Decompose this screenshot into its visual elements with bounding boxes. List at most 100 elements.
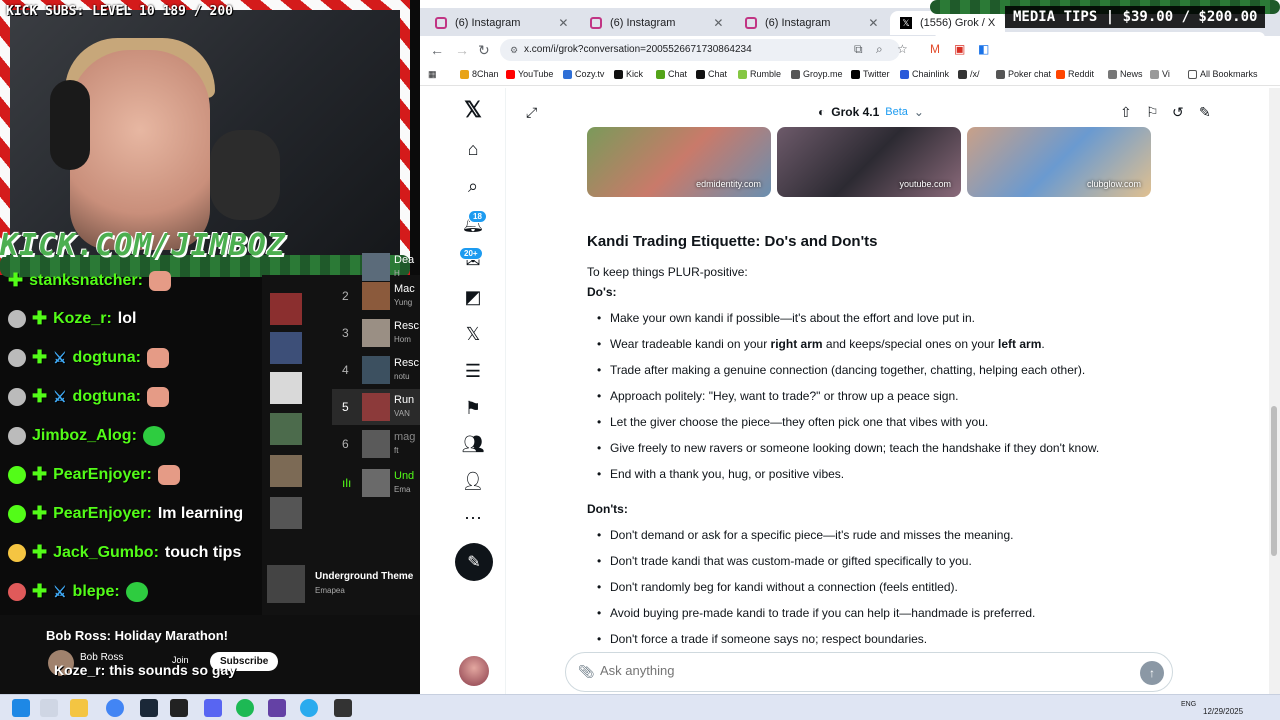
reload-icon[interactable]: ↻	[478, 42, 490, 59]
sword-badge-icon: ⚔	[53, 388, 67, 406]
bookmark-favicon-icon	[696, 69, 705, 79]
install-app-icon[interactable]: ⧉	[854, 42, 863, 57]
history-icon[interactable]: ↺	[1172, 104, 1184, 121]
page-scrollbar[interactable]	[1269, 88, 1280, 703]
bookmark-chat[interactable]: Chat	[656, 69, 687, 79]
ask-input[interactable]	[600, 663, 1120, 678]
track-row[interactable]: 4 Resc notu	[262, 352, 420, 388]
telegram-icon[interactable]	[300, 699, 318, 717]
send-button[interactable]: ↑	[1140, 661, 1164, 685]
bookmark-vi[interactable]: Vi	[1150, 69, 1170, 79]
bookmark-groyp[interactable]: Groyp.me	[791, 69, 843, 79]
app-icon[interactable]	[268, 699, 286, 717]
chat-username: Jack_Gumbo:	[53, 543, 159, 561]
grok-icon[interactable]: ◩	[460, 284, 486, 310]
emote-icon	[125, 581, 148, 602]
bookmark-8chan[interactable]: 8Chan	[460, 69, 499, 79]
rumble-icon	[738, 69, 747, 79]
bookmark-chat[interactable]: Chat	[696, 69, 727, 79]
image-result-card[interactable]: clubglow.com	[967, 127, 1151, 197]
account-avatar[interactable]	[459, 656, 489, 686]
webcam-headset	[50, 80, 90, 170]
task-view-icon[interactable]	[40, 699, 58, 717]
app-icon[interactable]	[334, 699, 352, 717]
chrome-icon[interactable]	[106, 699, 124, 717]
search-icon[interactable]: ⌕	[460, 173, 486, 199]
attach-icon[interactable]: 📎︎	[578, 664, 595, 680]
chat-message: ✚ ⚔ dogtuna:	[8, 386, 169, 407]
now-playing[interactable]: Underground Theme Emapea	[262, 565, 420, 605]
tab-instagram[interactable]: (6) Instagram ✕	[580, 11, 733, 35]
playlist-thumbnail[interactable]	[270, 497, 302, 529]
bookmark-x-board[interactable]: /x/	[958, 69, 980, 79]
profile-icon[interactable]: 👤︎	[460, 468, 486, 494]
extension-icon[interactable]: ▣	[954, 42, 965, 56]
obs-icon[interactable]	[170, 699, 188, 717]
scrollbar-thumb[interactable]	[1271, 406, 1277, 556]
new-chat-icon[interactable]: ✎	[1199, 104, 1211, 121]
image-result-card[interactable]: edmidentity.com	[587, 127, 771, 197]
spotify-icon[interactable]	[236, 699, 254, 717]
file-explorer-icon[interactable]	[70, 699, 88, 717]
x-logo-icon[interactable]: 𝕏	[460, 97, 486, 123]
tab-instagram[interactable]: (6) Instagram ✕	[425, 11, 578, 35]
image-source-label: clubglow.com	[1086, 179, 1141, 189]
bookmark-twitter[interactable]: Twitter	[851, 69, 890, 79]
apps-grid-icon[interactable]: ▦	[428, 69, 437, 80]
share-icon[interactable]: ⇧	[1120, 104, 1132, 121]
track-artwork	[362, 356, 390, 384]
bookmark-poker-chat[interactable]: Poker chat	[996, 69, 1051, 79]
chat-username: PearEnjoyer:	[53, 465, 152, 483]
close-icon[interactable]: ✕	[713, 16, 723, 30]
dos-item: End with a thank you, hug, or positive v…	[597, 467, 844, 481]
communities-icon[interactable]: 👥︎	[460, 431, 486, 457]
input-language[interactable]: ENG	[1181, 701, 1196, 708]
bookmarks-icon[interactable]: ⚑	[460, 395, 486, 421]
more-icon[interactable]: ⋯	[460, 505, 486, 531]
close-icon[interactable]: ✕	[868, 16, 878, 30]
bookmark-news[interactable]: News	[1108, 69, 1143, 79]
track-row[interactable]: ılı Und Ema	[262, 465, 420, 501]
discord-icon[interactable]	[204, 699, 222, 717]
bookmark-kick[interactable]: Kick	[614, 69, 643, 79]
bookmark-star-icon[interactable]: ☆	[897, 42, 908, 56]
clock-date[interactable]: 12/29/2025	[1203, 707, 1243, 716]
extension-icon[interactable]: M	[930, 42, 940, 56]
windows-start-icon[interactable]	[12, 699, 30, 717]
model-selector[interactable]: ◐ Grok 4.1 Beta ⌄	[818, 105, 924, 119]
kick-badge-icon	[8, 504, 26, 523]
track-artist: ft	[394, 446, 399, 455]
close-icon[interactable]: ✕	[558, 16, 568, 30]
track-row[interactable]: 2 Mac Yung	[262, 278, 420, 314]
bookmark-chainlink[interactable]: Chainlink	[900, 69, 949, 79]
all-bookmarks[interactable]: All Bookmarks	[1188, 69, 1258, 79]
emote-icon	[146, 386, 169, 407]
expand-icon[interactable]: ⤢	[526, 104, 537, 121]
premium-x-icon[interactable]: 𝕏	[460, 321, 486, 347]
track-row[interactable]: 3 Resc Hom	[262, 315, 420, 351]
bookmark-rumble[interactable]: Rumble	[738, 69, 781, 79]
track-row[interactable]: 6 mag ft	[262, 426, 420, 462]
tab-instagram[interactable]: (6) Instagram ✕	[735, 11, 888, 35]
bookmark-icon[interactable]: ⚐	[1146, 104, 1159, 121]
image-source-label: youtube.com	[899, 179, 951, 189]
steam-icon[interactable]	[140, 699, 158, 717]
site-info-icon[interactable]: ⚙	[510, 45, 518, 56]
image-result-card[interactable]: youtube.com	[777, 127, 961, 197]
sword-badge-icon: ⚔	[53, 583, 67, 601]
bookmark-youtube[interactable]: YouTube	[506, 69, 553, 79]
home-icon[interactable]: ⌂	[460, 136, 486, 162]
compose-post-button[interactable]: ✎	[455, 543, 493, 581]
chat-message: ✚ PearEnjoyer: Im learning	[8, 503, 243, 524]
zoom-icon[interactable]: ⌕	[876, 42, 883, 57]
now-playing-title: Underground Theme	[315, 571, 414, 582]
bookmark-cozy[interactable]: Cozy.tv	[563, 69, 604, 79]
track-row[interactable]: 5 Run VAN	[262, 389, 420, 425]
track-title: Und	[394, 470, 415, 482]
extension-icon[interactable]: ◧	[978, 42, 989, 56]
url-field[interactable]: x.com/i/grok?conversation=20055266717308…	[500, 39, 900, 61]
back-icon[interactable]: ←	[430, 42, 444, 58]
forward-icon[interactable]: →	[455, 42, 469, 58]
bookmark-reddit[interactable]: Reddit	[1056, 69, 1094, 79]
lists-icon[interactable]: ☰	[460, 358, 486, 384]
